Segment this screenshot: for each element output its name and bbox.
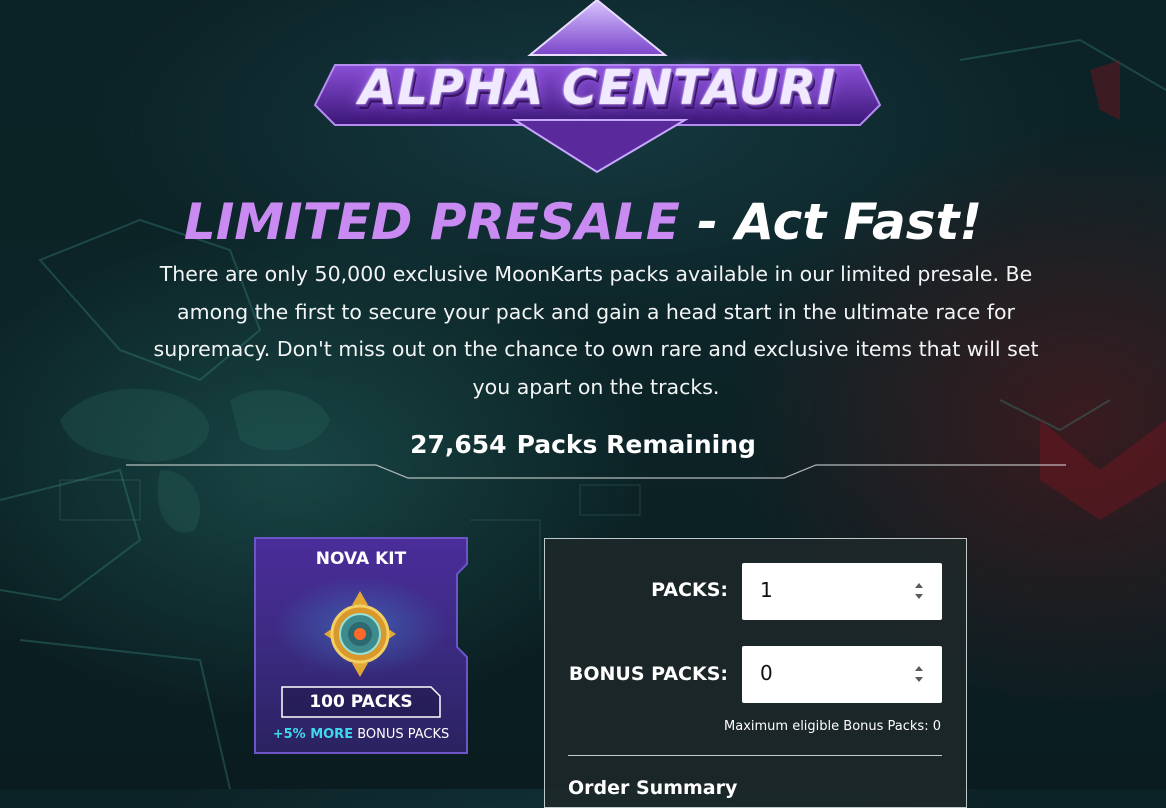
bonus-packs-label: BONUS PACKS: <box>568 663 728 685</box>
decrement-arrow-icon[interactable] <box>915 594 923 599</box>
kit-card-nova[interactable]: NOVA KIT 100 PACKS +5% MORE BONUS PACKS <box>254 537 468 754</box>
bonus-packs-spinner[interactable] <box>914 663 926 687</box>
game-logo: ALPHA CENTAURI <box>305 0 890 180</box>
page-headline: LIMITED PRESALE - Act Fast! <box>0 192 1166 252</box>
headline-accent: LIMITED PRESALE <box>183 193 680 251</box>
kit-bonus: +5% MORE BONUS PACKS <box>254 727 468 742</box>
kit-bonus-text: BONUS PACKS <box>353 727 450 742</box>
order-panel: PACKS: 1 BONUS PACKS: 0 Maximum eligible… <box>544 538 967 808</box>
increment-arrow-icon[interactable] <box>915 666 923 671</box>
intro-paragraph: There are only 50,000 exclusive MoonKart… <box>153 262 1039 399</box>
packs-remaining-count: 27,654 <box>410 430 507 459</box>
decrement-arrow-icon[interactable] <box>915 677 923 682</box>
packs-label: PACKS: <box>651 579 728 601</box>
headline-rest: - Act Fast! <box>679 193 983 251</box>
max-bonus-note: Maximum eligible Bonus Packs: 0 <box>724 719 941 734</box>
logo-text: ALPHA CENTAURI <box>359 60 836 116</box>
section-divider <box>126 464 1066 479</box>
kit-title: NOVA KIT <box>315 549 407 569</box>
packs-quantity-input[interactable]: 1 <box>742 563 942 620</box>
kit-packs-label: 100 PACKS <box>309 692 413 712</box>
packs-spinner[interactable] <box>914 580 926 604</box>
kit-bonus-highlight: +5% MORE <box>272 727 354 742</box>
kit-packs-badge: 100 PACKS <box>281 686 441 718</box>
packs-remaining: 27,654 Packs Remaining <box>0 430 1166 459</box>
increment-arrow-icon[interactable] <box>915 583 923 588</box>
panel-divider <box>568 755 942 756</box>
packs-quantity-value: 1 <box>760 578 773 602</box>
order-summary-title: Order Summary <box>568 777 738 799</box>
nova-kit-emblem-icon <box>324 591 396 677</box>
packs-remaining-label: Packs Remaining <box>516 430 756 459</box>
bonus-packs-quantity-input[interactable]: 0 <box>742 646 942 703</box>
bonus-packs-quantity-value: 0 <box>760 661 773 685</box>
